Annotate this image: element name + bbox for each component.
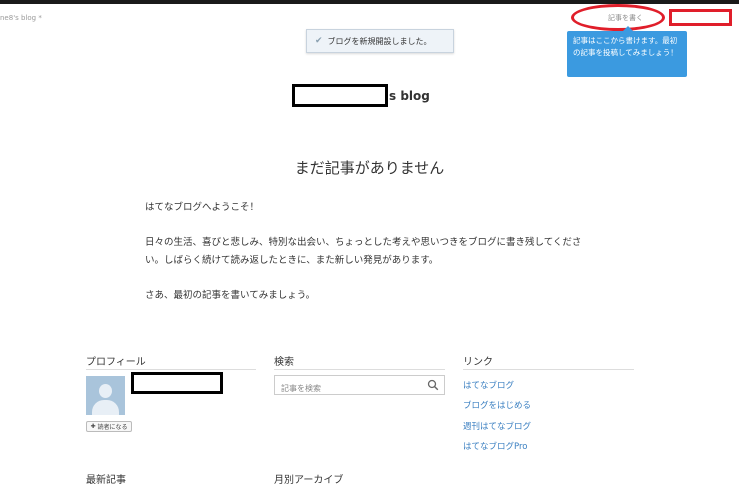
redacted-blog-name [292, 84, 388, 107]
search-divider [274, 369, 445, 370]
links-divider [463, 369, 634, 370]
welcome-paragraph: はてなブログへようこそ！ [145, 202, 260, 213]
avatar-head-shape [99, 384, 112, 398]
profile-divider [86, 369, 256, 370]
empty-state-heading: まだ記事がありません [294, 159, 445, 177]
search-icon[interactable] [427, 379, 439, 391]
links-title: リンク [463, 357, 493, 368]
blog-title[interactable]: s blog [389, 89, 430, 103]
avatar[interactable] [86, 376, 125, 415]
subscribe-label: 読者になる [97, 424, 128, 431]
annotation-rectangle [669, 9, 732, 26]
annotation-ellipse [571, 4, 665, 31]
profile-title: プロフィール [86, 357, 146, 368]
recent-posts-title: 最新記事 [86, 475, 126, 486]
avatar-body-shape [92, 400, 119, 415]
search-box [274, 375, 445, 397]
links-list: はてなブログ ブログをはじめる 週刊はてなブログ はてなブログPro [463, 380, 531, 461]
welcome-paragraph: さあ、最初の記事を書いてみましょう。 [145, 290, 316, 301]
monthly-archive-title: 月別アーカイブ [274, 475, 344, 486]
write-hint-tooltip: 記事はここから書けます。最初の記事を投稿してみましょう！ [567, 26, 687, 77]
notice-text: ブログを新規開設しました。 [327, 36, 432, 46]
subscribe-button[interactable]: ✚ 読者になる [86, 421, 132, 432]
tab-title: ne8's blog * [0, 14, 42, 22]
plus-icon: ✚ [90, 423, 96, 430]
tooltip-text: 記事はここから書けます。最初の記事を投稿してみましょう！ [573, 36, 678, 57]
welcome-message: はてなブログへようこそ！ 日々の生活、喜びと悲しみ、特別な出会い、ちょっとした考… [145, 199, 585, 322]
welcome-paragraph: 日々の生活、喜びと悲しみ、特別な出会い、ちょっとした考えや思いつきをブログに書き… [145, 237, 582, 266]
link-hatena-blog-pro[interactable]: はてなブログPro [463, 441, 531, 461]
link-weekly-hatena-blog[interactable]: 週刊はてなブログ [463, 421, 531, 441]
new-blog-notice: ✔ ブログを新規開設しました。 [306, 29, 454, 53]
redacted-user-name [131, 372, 223, 394]
search-input[interactable] [275, 380, 421, 397]
search-title: 検索 [274, 357, 294, 368]
link-hatena-blog[interactable]: はてなブログ [463, 380, 531, 400]
check-icon: ✔ [315, 36, 323, 46]
link-start-blog[interactable]: ブログをはじめる [463, 400, 531, 420]
